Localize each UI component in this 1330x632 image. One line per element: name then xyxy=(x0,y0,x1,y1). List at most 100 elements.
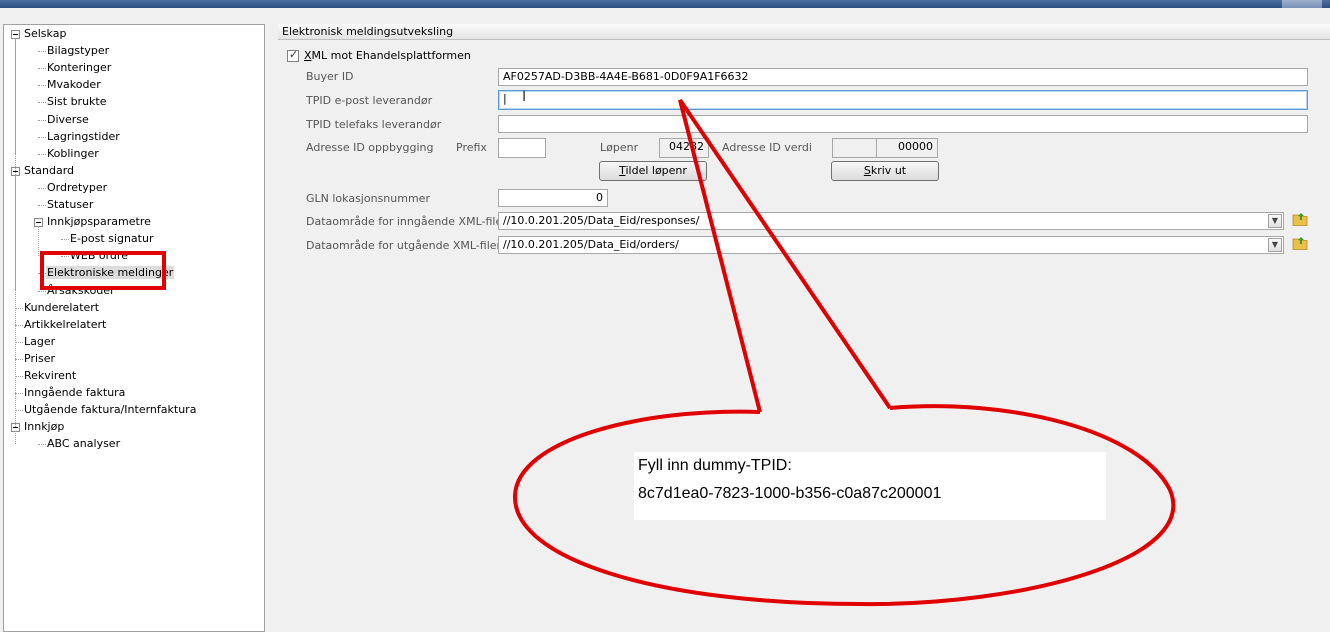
settings-tree: Selskap Bilagstyper Konteringer Mvakoder Sis… xyxy=(3,24,265,632)
tree-item-label: WEB ordre xyxy=(70,249,128,263)
tree-connector xyxy=(61,256,69,258)
callout-text: Fyll inn dummy-TPID: 8c7d1ea0-7823-1000-… xyxy=(634,452,1106,520)
tree-item-label: Sist brukte xyxy=(47,95,107,109)
tree-item-label: Inngående faktura xyxy=(24,386,126,400)
tree-item[interactable]: Lagringstider xyxy=(46,129,121,145)
gln-field[interactable]: 0 xyxy=(498,189,608,207)
tree-connector xyxy=(38,444,46,446)
prefix-label: Prefix xyxy=(456,141,487,154)
tree-item-label: Artikkelrelatert xyxy=(24,317,107,331)
tree-item-label: Kunderelatert xyxy=(24,300,100,314)
tree-item-label: Mvakoder xyxy=(47,78,101,92)
tree-connector xyxy=(38,68,46,70)
xml-ehandel-checkbox[interactable] xyxy=(287,48,299,62)
tree-item[interactable]: Rekvirent xyxy=(23,368,77,384)
tree-item[interactable]: Innkjøpsparametre xyxy=(46,214,152,230)
tree-item[interactable]: Utgående faktura/Internfaktura xyxy=(23,402,197,418)
tree-item[interactable]: Priser xyxy=(23,351,56,367)
tree-connector xyxy=(15,410,23,412)
tree-item-label: Ordretyper xyxy=(47,180,108,194)
chevron-down-icon[interactable]: ▼ xyxy=(1268,214,1282,228)
lopenr-field: 04282 xyxy=(659,138,709,158)
tree-item[interactable]: Innkjøp xyxy=(23,419,65,435)
xml-ehandel-label: XML mot Ehandelsplattformen xyxy=(304,49,471,62)
tpid-email-label: TPID e-post leverandør xyxy=(306,94,433,107)
tree-item[interactable]: Mvakoder xyxy=(46,77,102,93)
tree-connector xyxy=(15,431,16,445)
adresse-id-verdi-field: 00000 xyxy=(876,138,938,158)
tree-connector xyxy=(15,376,23,377)
tpid-email-field[interactable]: | xyxy=(498,90,1308,110)
tree-connector xyxy=(38,153,46,155)
tree-item[interactable]: Selskap xyxy=(23,26,67,42)
tree-item[interactable]: Inngående faktura xyxy=(23,385,126,401)
tree-item[interactable]: Artikkelrelatert xyxy=(23,317,107,333)
tree-item[interactable]: Konteringer xyxy=(46,60,112,76)
tree-item-label: Årsakskoder xyxy=(47,283,115,297)
tree-item[interactable]: E-post signatur xyxy=(69,231,154,247)
chevron-down-icon[interactable]: ▼ xyxy=(1268,238,1282,252)
tree-item-label: Priser xyxy=(24,351,56,365)
prefix-field[interactable] xyxy=(498,138,546,158)
lopenr-label: Løpenr xyxy=(600,141,639,154)
tree-connector xyxy=(38,136,46,138)
tree-item[interactable]: WEB ordre xyxy=(69,248,129,264)
tree-item[interactable]: Årsakskoder xyxy=(46,283,116,299)
tree-item-label: Diverse xyxy=(47,112,89,126)
tree-connector xyxy=(38,205,46,206)
gln-label: GLN lokasjonsnummer xyxy=(306,192,430,205)
tree-connector xyxy=(38,273,46,275)
window-controls[interactable] xyxy=(1282,0,1322,8)
buyer-id-field[interactable]: AF0257AD-D3BB-4A4E-B681-0D0F9A1F6632 xyxy=(498,68,1308,86)
skriv-ut-button[interactable]: Skriv ut xyxy=(831,161,939,181)
tpid-fax-field[interactable] xyxy=(498,115,1308,133)
tree-connector xyxy=(38,290,46,292)
folder-up-icon[interactable] xyxy=(1292,235,1308,251)
tree-item[interactable]: Statuser xyxy=(46,197,94,213)
section-header: Elektronisk meldingsutveksling xyxy=(278,24,1330,40)
tree-connector xyxy=(38,51,46,53)
tree-item[interactable]: ABC analyser xyxy=(46,436,121,452)
tree-connector xyxy=(15,341,23,343)
tree-item[interactable]: Ordretyper xyxy=(46,180,108,196)
tree-item-label: Innkjøpsparametre xyxy=(47,215,151,229)
tree-item-label: Lagringstider xyxy=(47,129,120,143)
tree-item[interactable]: Elektroniske meldinger xyxy=(46,265,175,281)
tree-connector xyxy=(38,187,46,189)
tree-item-label: Koblinger xyxy=(47,146,99,160)
tildel-lopenr-button[interactable]: Tildel løpenr xyxy=(599,161,707,181)
callout-line-2: 8c7d1ea0-7823-1000-b356-c0a87c200001 xyxy=(638,485,942,502)
tree-item-label: Selskap xyxy=(24,27,67,40)
tree-connector xyxy=(38,119,46,121)
tree-connector xyxy=(61,239,69,241)
adresse-id-label: Adresse ID oppbygging xyxy=(306,141,434,154)
tree-item-label: Statuser xyxy=(47,198,94,211)
tree-connector xyxy=(15,324,23,326)
tree-item[interactable]: Sist brukte xyxy=(46,94,108,110)
window-titlebar xyxy=(0,0,1330,8)
tree-connector xyxy=(38,102,46,104)
tree-item[interactable]: Kunderelatert xyxy=(23,300,100,316)
tree-item-label: Bilagstyper xyxy=(47,44,110,58)
tree-connector xyxy=(38,226,39,257)
tree-connector xyxy=(38,85,46,87)
tree-item[interactable]: Diverse xyxy=(46,112,90,128)
adresse-verdi-spacer xyxy=(832,138,877,158)
tree-item[interactable]: Lager xyxy=(23,334,56,350)
utgaende-xml-combo[interactable]: //10.0.201.205/Data_Eid/orders/ xyxy=(498,236,1284,254)
buyer-id-label: Buyer ID xyxy=(306,70,354,83)
tree-item-label: Utgående faktura/Internfaktura xyxy=(24,403,197,417)
callout-line-1: Fyll inn dummy-TPID: xyxy=(638,457,792,474)
tree-item[interactable]: Bilagstyper xyxy=(46,43,110,59)
tree-item[interactable]: Standard xyxy=(23,163,75,179)
folder-up-icon[interactable] xyxy=(1292,211,1308,227)
inngaende-xml-combo[interactable]: //10.0.201.205/Data_Eid/responses/ xyxy=(498,212,1284,230)
tree-item[interactable]: Koblinger xyxy=(46,146,100,162)
inngaende-xml-label: Dataområde for inngående XML-filer xyxy=(306,215,507,228)
tree-connector xyxy=(15,307,23,309)
tree-item-label: Standard xyxy=(24,163,75,177)
xml-ehandel-label-text: ML mot Ehandelsplattformen xyxy=(311,49,471,62)
utgaende-xml-label: Dataområde for utgående XML-filer xyxy=(306,239,502,252)
tree-connector xyxy=(15,38,16,154)
adresse-id-verdi-label: Adresse ID verdi xyxy=(722,141,812,154)
